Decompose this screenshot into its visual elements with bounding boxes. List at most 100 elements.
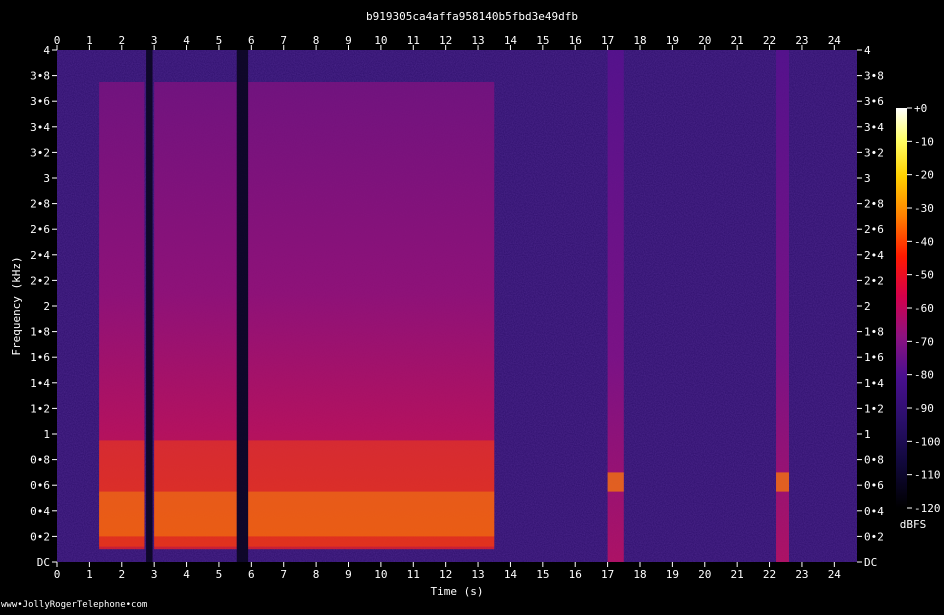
x-tick-label-top: 24 <box>828 34 842 47</box>
spectrogram-chart: b919305ca4affa958140b5fbd3e49dfb 0123456… <box>1 10 941 610</box>
y-tick-label-left: 0•6 <box>30 479 50 492</box>
x-tick-label-bottom: 1 <box>86 568 93 581</box>
x-tick-label-bottom: 15 <box>536 568 549 581</box>
y-tick-label-left: 1•8 <box>30 326 50 339</box>
y-tick-label-left: 3•8 <box>30 70 50 83</box>
y-tick-label-right: DC <box>864 556 877 569</box>
y-tick-label-right: 3 <box>864 172 871 185</box>
x-tick-label-top: 8 <box>313 34 320 47</box>
y-tick-label-right: 1•8 <box>864 326 884 339</box>
y-tick-label-left: 3•4 <box>30 121 50 134</box>
y-tick-label-right: 2•8 <box>864 198 884 211</box>
colorbar-tick-label: -50 <box>914 269 934 282</box>
y-tick-label-left: 3•6 <box>30 95 50 108</box>
x-tick-label-bottom: 8 <box>313 568 320 581</box>
x-axis-top: 0 1 2 3 4 5 6 7 8 9 10 11 12 13 14 15 16 17 18 19 20 21 22 23 24 <box>54 34 842 50</box>
footer-credit: www•JollyRogerTelephone•com <box>1 600 147 610</box>
x-tick-label-top: 11 <box>407 34 420 47</box>
x-tick-label-bottom: 3 <box>151 568 158 581</box>
burst-band-1 <box>776 472 789 492</box>
colorbar-tick-label: -80 <box>914 369 934 382</box>
colorbar-tick-label: -40 <box>914 235 934 248</box>
y-tick-label-left: 1•6 <box>30 351 50 364</box>
y-tick-label-right: 3•6 <box>864 95 884 108</box>
y-tick-label-left: 0•8 <box>30 454 50 467</box>
x-tick-label-top: 10 <box>374 34 387 47</box>
colorbar-ticks: +0 -10 -20 -30 -40 -50 -60 -70 -80 -90 -100 -110 -12… <box>907 102 941 515</box>
burst-band-0 <box>607 472 624 492</box>
y-tick-label-left: 2•8 <box>30 198 50 211</box>
x-tick-label-bottom: 19 <box>666 568 679 581</box>
x-tick-label-top: 4 <box>183 34 190 47</box>
x-tick-label-bottom: 9 <box>345 568 352 581</box>
y-tick-label-left: 1•4 <box>30 377 50 390</box>
x-tick-label-bottom: 21 <box>731 568 744 581</box>
colorbar-tick-label: -30 <box>914 202 934 215</box>
x-tick-label-top: 0 <box>54 34 61 47</box>
x-tick-label-bottom: 20 <box>698 568 711 581</box>
y-axis-right: DC 0•2 0•4 0•6 0•8 1 1•2 1•4 1•6 1•8 2 2•2 2•4 2•6 2•8… <box>857 44 884 569</box>
colorbar-scale <box>896 108 907 508</box>
x-tick-label-bottom: 24 <box>828 568 842 581</box>
colorbar-tick-label: -10 <box>914 135 934 148</box>
x-tick-label-top: 15 <box>536 34 549 47</box>
x-tick-label-bottom: 10 <box>374 568 387 581</box>
x-tick-label-bottom: 2 <box>118 568 125 581</box>
x-tick-label-top: 21 <box>731 34 744 47</box>
x-tick-label-bottom: 22 <box>763 568 776 581</box>
x-tick-label-bottom: 4 <box>183 568 190 581</box>
y-tick-label-right: 0•6 <box>864 479 884 492</box>
x-tick-label-bottom: 0 <box>54 568 61 581</box>
speech-harmonic-band-1 <box>154 491 237 537</box>
y-tick-label-right: 2•4 <box>864 249 884 262</box>
y-axis-left: DC 0•2 0•4 0•6 0•8 1 1•2 1•4 1•6 1•8 2 2•2 2•4 2•6 2•8… <box>30 44 57 569</box>
x-tick-label-top: 14 <box>504 34 518 47</box>
x-tick-label-top: 18 <box>633 34 646 47</box>
x-tick-label-bottom: 23 <box>795 568 808 581</box>
x-tick-label-bottom: 16 <box>569 568 582 581</box>
y-tick-label-right: 0•2 <box>864 530 884 543</box>
x-tick-label-top: 7 <box>280 34 287 47</box>
y-tick-label-left: 0•2 <box>30 530 50 543</box>
y-tick-label-right: 0•8 <box>864 454 884 467</box>
silence-region-0 <box>146 50 153 562</box>
x-tick-label-bottom: 14 <box>504 568 518 581</box>
colorbar-tick-label: -110 <box>914 469 941 482</box>
speech-harmonic-band-2 <box>248 491 495 537</box>
chart-title: b919305ca4affa958140b5fbd3e49dfb <box>366 10 578 23</box>
colorbar-tick-label: -70 <box>914 335 934 348</box>
y-tick-label-left: 3 <box>43 172 50 185</box>
x-tick-label-bottom: 18 <box>633 568 646 581</box>
colorbar: +0 -10 -20 -30 -40 -50 -60 -70 -80 -90 -100 -110 -12… <box>896 102 941 531</box>
x-tick-label-bottom: 13 <box>471 568 484 581</box>
x-tick-label-top: 1 <box>86 34 93 47</box>
x-tick-label-bottom: 12 <box>439 568 452 581</box>
y-tick-label-left: 2•6 <box>30 223 50 236</box>
y-tick-label-right: 2•2 <box>864 274 884 287</box>
x-tick-label-bottom: 17 <box>601 568 614 581</box>
y-tick-label-left: 2•2 <box>30 274 50 287</box>
colorbar-tick-label: -90 <box>914 402 934 415</box>
y-tick-label-right: 1•6 <box>864 351 884 364</box>
y-tick-label-right: 3•2 <box>864 146 884 159</box>
y-tick-label-right: 3•8 <box>864 70 884 83</box>
plot-area <box>57 50 857 562</box>
colorbar-tick-label: +0 <box>914 102 927 115</box>
y-tick-label-left: 0•4 <box>30 505 50 518</box>
x-tick-label-top: 9 <box>345 34 352 47</box>
speech-harmonic-band-0 <box>99 491 145 537</box>
x-tick-label-top: 5 <box>216 34 223 47</box>
y-tick-label-right: 0•4 <box>864 505 884 518</box>
y-tick-label-right: 1•2 <box>864 402 884 415</box>
y-tick-label-left: 1•2 <box>30 402 50 415</box>
y-tick-label-right: 2 <box>864 300 871 313</box>
y-tick-label-right: 1 <box>864 428 871 441</box>
y-axis-label: Frequency (kHz) <box>10 256 23 355</box>
x-tick-label-top: 2 <box>118 34 125 47</box>
x-tick-label-top: 22 <box>763 34 776 47</box>
colorbar-tick-label: -20 <box>914 169 934 182</box>
x-tick-label-top: 23 <box>795 34 808 47</box>
x-axis-label: Time (s) <box>431 585 484 598</box>
x-tick-label-top: 17 <box>601 34 614 47</box>
x-tick-label-top: 20 <box>698 34 711 47</box>
